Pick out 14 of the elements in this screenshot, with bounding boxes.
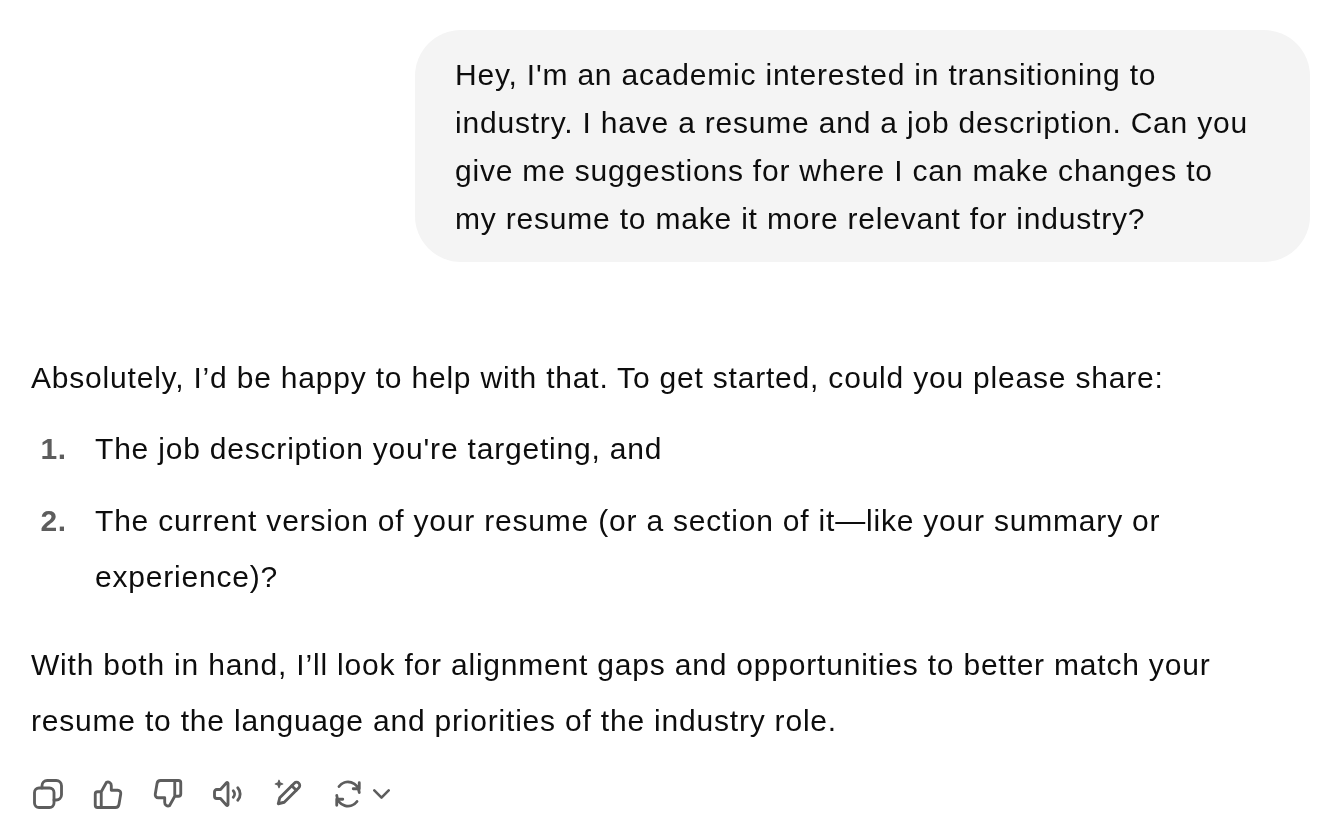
list-item-text: The current version of your resume (or a section of it—like your summary or experience)? (95, 503, 1162, 595)
chevron-down-icon (373, 789, 390, 799)
copy-button[interactable] (31, 777, 65, 811)
list-item-text: The job description you're targeting, and (95, 431, 663, 467)
assistant-paragraph: With both in hand, I’ll look for alignment gaps and opportunities to better match your resume to the language and priorities of the industry role. (31, 647, 1212, 739)
copy-icon (33, 779, 63, 809)
list-number: 1. (39, 431, 68, 467)
refresh-icon (333, 779, 363, 809)
thumbs-down-icon (153, 779, 183, 809)
list-number: 2. (39, 503, 68, 539)
thumbs-up-icon (93, 779, 123, 809)
speaker-icon (213, 779, 243, 809)
user-message-text: Hey, I'm an academic interested in transitioning to industry. I have a resume and a job description. Can you give me suggestions for where I can make changes to my resume to make it more relevant for industry? (455, 57, 1249, 237)
assistant-paragraph: Absolutely, I’d be happy to help with that. To get started, could you please share: (31, 360, 1165, 396)
